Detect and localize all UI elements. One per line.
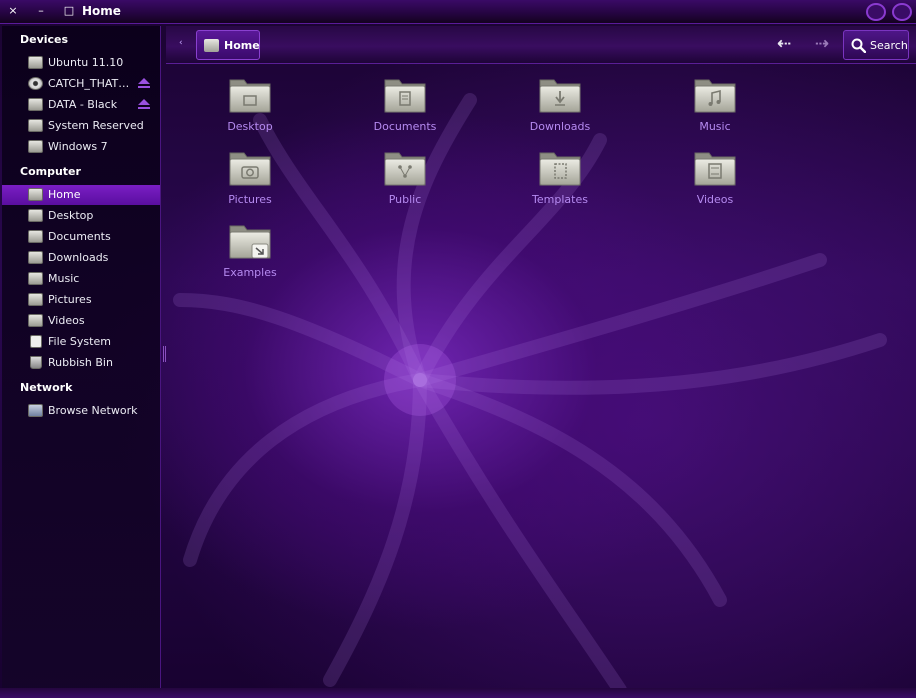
music-folder-icon <box>693 76 737 114</box>
link-folder-icon <box>228 222 272 260</box>
breadcrumb-home-button[interactable]: Home <box>196 30 260 60</box>
search-label: Search <box>870 39 908 52</box>
search-button[interactable]: Search <box>843 30 909 60</box>
folder-label: Pictures <box>228 193 272 206</box>
trash-icon <box>30 356 42 369</box>
breadcrumb-label: Home <box>224 39 260 52</box>
search-icon <box>851 38 866 53</box>
folder-desktop[interactable]: Desktop <box>195 76 305 146</box>
music-folder-icon <box>28 272 43 285</box>
sidebar-item-file-system[interactable]: File System <box>2 332 160 352</box>
sidebar-item-label: DATA - Black <box>48 98 118 111</box>
window-title: Home <box>82 4 121 18</box>
folder-templates[interactable]: Templates <box>505 149 615 219</box>
folder-label: Downloads <box>529 120 591 133</box>
sidebar-item-home[interactable]: Home <box>2 185 160 205</box>
sidebar-item-documents[interactable]: Documents <box>2 227 160 247</box>
folder-label: Examples <box>223 266 277 279</box>
sidebar-item-label: Desktop <box>48 209 94 222</box>
sidebar-item-music[interactable]: Music <box>2 269 160 289</box>
sidebar-item-desktop[interactable]: Desktop <box>2 206 160 226</box>
drive-icon <box>28 98 43 111</box>
folder-public[interactable]: Public <box>350 149 460 219</box>
sidebar-item-label: CATCH_THAT… <box>48 77 130 90</box>
sidebar-item-label: Documents <box>48 230 111 243</box>
sidebar-item-label: Windows 7 <box>48 140 108 153</box>
folder-label: Documents <box>373 120 437 133</box>
drive-icon <box>28 140 43 153</box>
sidebar-item-label: Downloads <box>48 251 109 264</box>
desktop-folder-icon <box>228 76 272 114</box>
sidebar-item-rubbish-bin[interactable]: Rubbish Bin <box>2 353 160 373</box>
sidebar-heading-devices: Devices <box>20 33 69 46</box>
sidebar-item-label: Videos <box>48 314 85 327</box>
drive-icon <box>28 119 43 132</box>
pictures-folder-icon <box>28 293 43 306</box>
documents-folder-icon <box>383 76 427 114</box>
downloads-folder-icon <box>28 251 43 264</box>
folder-label: Desktop <box>227 120 273 133</box>
folder-label: Music <box>699 120 731 133</box>
window-bottom-border <box>0 688 916 698</box>
videos-folder-icon <box>28 314 43 327</box>
eject-icon[interactable] <box>138 78 150 89</box>
forward-button[interactable]: ⇢ <box>810 34 834 54</box>
sidebar-item-ubuntu-11-10[interactable]: Ubuntu 11.10 <box>2 53 160 73</box>
network-icon <box>28 404 43 417</box>
desktop-folder-icon <box>28 209 43 222</box>
pictures-folder-icon <box>228 149 272 187</box>
sidebar-item-label: System Reserved <box>48 119 144 132</box>
sidebar-item-videos[interactable]: Videos <box>2 311 160 331</box>
power-indicator-icon[interactable] <box>866 3 886 21</box>
eject-icon[interactable] <box>138 99 150 110</box>
folder-downloads[interactable]: Downloads <box>505 76 615 146</box>
sidebar-item-label: Pictures <box>48 293 92 306</box>
folder-music[interactable]: Music <box>660 76 770 146</box>
sidebar-item-label: Browse Network <box>48 404 138 417</box>
sidebar-item-browse-network[interactable]: Browse Network <box>2 401 160 421</box>
folder-label: Videos <box>696 193 734 206</box>
folder-label: Templates <box>532 193 588 206</box>
ubuntu-logo-icon[interactable] <box>892 3 912 21</box>
breadcrumb-scroll-left-button[interactable]: ‹ <box>179 38 183 48</box>
toolbar: ‹ Home ⇠ ⇢ Search <box>166 26 916 64</box>
file-manager-window: × – □ Home Devices Ubuntu 11.10 CATCH_TH… <box>0 0 916 698</box>
minimize-button[interactable]: – <box>32 3 50 19</box>
file-system-icon <box>30 335 42 348</box>
sidebar-heading-network: Network <box>20 381 73 394</box>
folder-documents[interactable]: Documents <box>350 76 460 146</box>
videos-folder-icon <box>693 149 737 187</box>
folder-label: Public <box>388 193 422 206</box>
sidebar-item-downloads[interactable]: Downloads <box>2 248 160 268</box>
close-button[interactable]: × <box>4 3 22 19</box>
folder-pictures[interactable]: Pictures <box>195 149 305 219</box>
templates-folder-icon <box>538 149 582 187</box>
sidebar-item-catch-that[interactable]: CATCH_THAT… <box>2 74 160 94</box>
folder-examples[interactable]: Examples <box>195 222 305 292</box>
sidebar-item-label: Music <box>48 272 80 285</box>
back-button[interactable]: ⇠ <box>772 34 796 54</box>
title-bar: × – □ Home <box>0 0 916 24</box>
sidebar-item-system-reserved[interactable]: System Reserved <box>2 116 160 136</box>
places-sidebar: Devices Ubuntu 11.10 CATCH_THAT… DATA - … <box>2 26 161 688</box>
downloads-folder-icon <box>538 76 582 114</box>
sidebar-item-label: File System <box>48 335 111 348</box>
optical-disc-icon <box>28 77 43 90</box>
sidebar-item-pictures[interactable]: Pictures <box>2 290 160 310</box>
sidebar-item-label: Rubbish Bin <box>48 356 113 369</box>
documents-folder-icon <box>28 230 43 243</box>
sidebar-item-label: Home <box>48 188 81 201</box>
home-folder-icon <box>28 188 43 201</box>
folder-videos[interactable]: Videos <box>660 149 770 219</box>
sidebar-resize-handle[interactable] <box>163 346 166 362</box>
maximize-button[interactable]: □ <box>60 3 78 19</box>
sidebar-item-windows-7[interactable]: Windows 7 <box>2 137 160 157</box>
sidebar-item-label: Ubuntu 11.10 <box>48 56 124 69</box>
sidebar-heading-computer: Computer <box>20 165 81 178</box>
public-folder-icon <box>383 149 427 187</box>
drive-icon <box>28 56 43 69</box>
home-folder-icon <box>204 39 219 52</box>
sidebar-item-data-black[interactable]: DATA - Black <box>2 95 160 115</box>
